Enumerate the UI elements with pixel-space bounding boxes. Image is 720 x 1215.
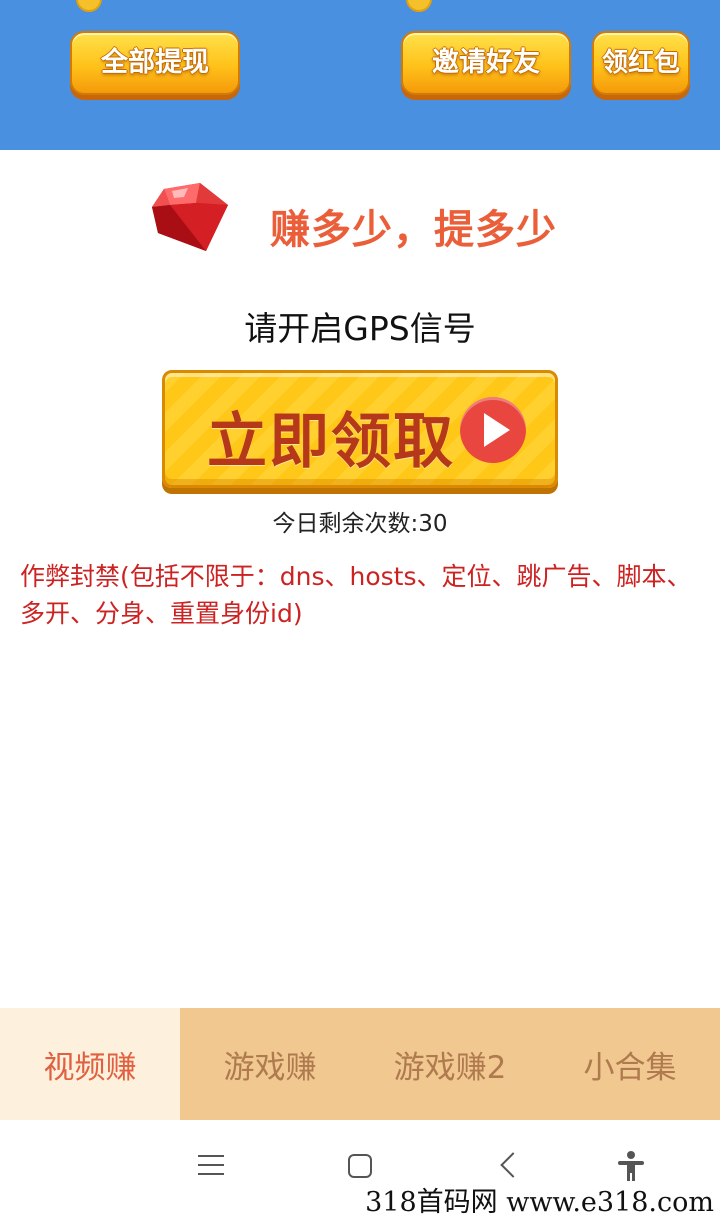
home-icon[interactable] — [348, 1154, 372, 1178]
watermark-text: 318首码网 www.e318.com — [365, 1187, 714, 1215]
gps-notice: 请开启GPS信号 — [244, 309, 476, 348]
withdraw-all-button[interactable]: 全部提现 — [70, 31, 240, 95]
play-icon — [460, 397, 526, 463]
top-header: 全部提现 邀请好友 领红包 — [0, 0, 720, 150]
ruby-icon — [152, 183, 228, 251]
menu-icon[interactable] — [198, 1155, 224, 1177]
invite-friends-button[interactable]: 邀请好友 — [401, 31, 571, 95]
tab-game-earn[interactable]: 游戏赚 — [180, 1008, 360, 1120]
tab-collection[interactable]: 小合集 — [540, 1008, 720, 1120]
tab-video-earn[interactable]: 视频赚 — [0, 1008, 180, 1120]
tab-game-earn-2[interactable]: 游戏赚2 — [360, 1008, 540, 1120]
cheat-ban-warning: 作弊封禁(包括不限于：dns、hosts、定位、跳广告、脚本、多开、分身、重置身… — [20, 562, 692, 628]
coin-icon — [406, 0, 432, 12]
slogan-row: 赚多少，提多少 — [0, 175, 720, 265]
coin-icon — [76, 0, 102, 12]
claim-now-button[interactable]: 立即领取 — [162, 370, 558, 488]
remaining-count: 今日剩余次数:30 — [272, 511, 448, 537]
slogan-text: 赚多少，提多少 — [270, 207, 557, 253]
red-packet-button[interactable]: 领红包 — [592, 31, 690, 95]
accessibility-icon[interactable] — [616, 1150, 646, 1182]
claim-label: 立即领取 — [207, 407, 455, 477]
bottom-tab-bar: 视频赚 游戏赚 游戏赚2 小合集 — [0, 1008, 720, 1120]
